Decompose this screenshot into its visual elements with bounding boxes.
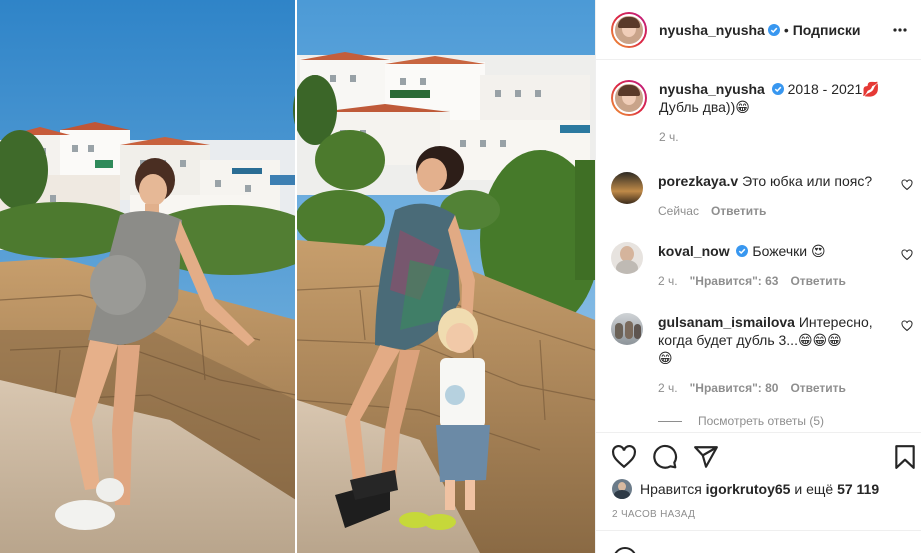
likes-summary: Нравится igorkrutoy65 и ещё 57 119: [612, 479, 879, 499]
likes-and: и ещё: [794, 481, 834, 497]
likes-prefix: Нравится: [640, 481, 702, 497]
commenter-avatar[interactable]: [611, 313, 643, 345]
add-comment-bar: [596, 530, 921, 553]
photo-right: [293, 0, 595, 553]
comment-text-line2: когда будет дубль 3...😁😁😁: [658, 332, 842, 348]
comment-item: gulsanam_ismailova Интересно, когда буде…: [611, 313, 913, 397]
commenter-username[interactable]: gulsanam_ismailova: [658, 314, 795, 330]
verified-badge-icon: [736, 245, 749, 257]
liker-username[interactable]: igorkrutoy65: [706, 481, 791, 497]
reply-button[interactable]: Ответить: [711, 202, 766, 220]
post-header: nyusha_nyusha • Подписки: [596, 0, 921, 60]
view-replies-button[interactable]: Посмотреть ответы (5): [658, 414, 824, 428]
verified-badge-icon: [767, 23, 780, 36]
comment-text-line1: Интересно,: [798, 314, 873, 330]
following-button[interactable]: Подписки: [793, 22, 861, 38]
verified-badge-icon: [771, 83, 784, 95]
caption-text-line2: Дубль два))😁: [659, 99, 750, 115]
author-username[interactable]: nyusha_nyusha: [659, 22, 765, 38]
caption-time[interactable]: 2 ч.: [659, 130, 880, 144]
reply-button[interactable]: Ответить: [790, 379, 845, 397]
post-timestamp[interactable]: 2 ЧАСОВ НАЗАД: [612, 509, 695, 520]
comment-likes-count[interactable]: "Нравится": 80: [690, 379, 779, 397]
separator-dot: •: [783, 21, 789, 38]
comment-item: koval_now Божечки 😍 2 ч. "Нравится": 63 …: [611, 242, 913, 290]
comment-time[interactable]: 2 ч.: [658, 379, 678, 397]
bookmark-icon[interactable]: [892, 444, 918, 470]
liker-avatar[interactable]: [612, 479, 632, 499]
comment-likes-count[interactable]: "Нравится": 63: [690, 272, 779, 290]
comment-time[interactable]: 2 ч.: [658, 272, 678, 290]
comment-item: porezkaya.v Это юбка или пояс? Сейчас От…: [611, 172, 913, 220]
post-photo[interactable]: [0, 0, 595, 553]
reply-button[interactable]: Ответить: [790, 272, 845, 290]
heart-icon[interactable]: [901, 249, 913, 261]
commenter-avatar[interactable]: [611, 242, 643, 274]
comment-text: Божечки 😍: [752, 243, 826, 259]
share-icon[interactable]: [693, 444, 719, 470]
action-bar: [596, 432, 921, 482]
caption-username[interactable]: nyusha_nyusha: [659, 81, 765, 97]
photo-left: [0, 0, 320, 553]
author-avatar[interactable]: [611, 11, 647, 48]
more-options-icon[interactable]: [892, 22, 908, 38]
caption-author-avatar[interactable]: [611, 80, 647, 116]
view-replies-label: Посмотреть ответы (5): [698, 414, 825, 428]
replies-divider: [658, 420, 682, 422]
commenter-username[interactable]: koval_now: [658, 243, 730, 259]
heart-icon[interactable]: [901, 179, 913, 191]
caption-text-line1: 2018 - 2021💋: [787, 81, 880, 97]
comment-text: Это юбка или пояс?: [742, 173, 873, 189]
heart-icon[interactable]: [901, 320, 913, 332]
comment-text-line3: 😁: [658, 350, 673, 366]
likes-count[interactable]: 57 119: [837, 481, 879, 497]
commenter-username[interactable]: porezkaya.v: [658, 173, 738, 189]
post-caption: nyusha_nyusha 2018 - 2021💋 Дубль два))😁 …: [611, 80, 911, 144]
emoji-icon[interactable]: [613, 547, 637, 553]
heart-icon[interactable]: [611, 444, 637, 470]
post-side-panel: nyusha_nyusha • Подписки nyusha_nyusha 2…: [595, 0, 921, 553]
commenter-avatar[interactable]: [611, 172, 643, 204]
post-image: [0, 0, 595, 553]
comment-icon[interactable]: [652, 444, 678, 470]
comment-time[interactable]: Сейчас: [658, 202, 699, 220]
